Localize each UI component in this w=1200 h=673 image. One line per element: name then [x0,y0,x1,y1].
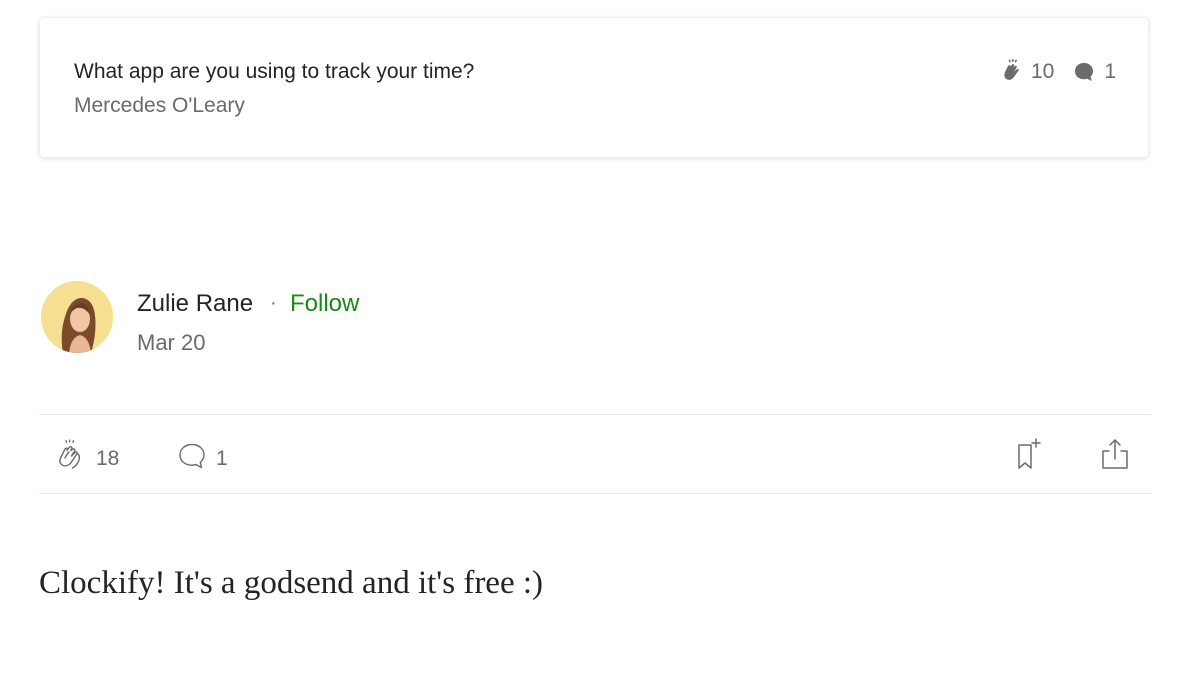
comment-button[interactable]: 1 [176,440,228,478]
quoted-response-stats: 10 1 [997,58,1116,86]
share-icon [1097,437,1133,479]
quoted-comment-count: 1 [1104,60,1116,83]
separator-dot: · [270,292,277,314]
bookmark-button[interactable] [1012,436,1048,478]
clap-outline-icon [52,438,88,480]
divider-top [39,414,1151,415]
bookmark-add-icon [1012,436,1048,478]
clap-button[interactable]: 18 [52,438,119,480]
author-name[interactable]: Zulie Rane [137,290,253,318]
comment-outline-icon [176,440,208,478]
quoted-response-title[interactable]: What app are you using to track your tim… [74,60,474,84]
quoted-response-author: Mercedes O'Leary [74,94,245,117]
avatar[interactable] [41,281,113,353]
quoted-clap-count: 10 [1030,60,1055,83]
comment-filled-icon [1070,58,1098,86]
divider-bottom [39,493,1151,494]
follow-button[interactable]: Follow [290,290,359,318]
clap-count: 18 [96,447,120,470]
publish-date: Mar 20 [137,330,206,355]
clap-icon [997,58,1025,86]
response-text: Clockify! It's a godsend and it's free :… [39,565,544,601]
share-button[interactable] [1097,437,1133,479]
quoted-response-card[interactable]: What app are you using to track your tim… [39,17,1149,158]
comment-count: 1 [216,447,228,470]
response-page: What app are you using to track your tim… [0,0,1200,673]
